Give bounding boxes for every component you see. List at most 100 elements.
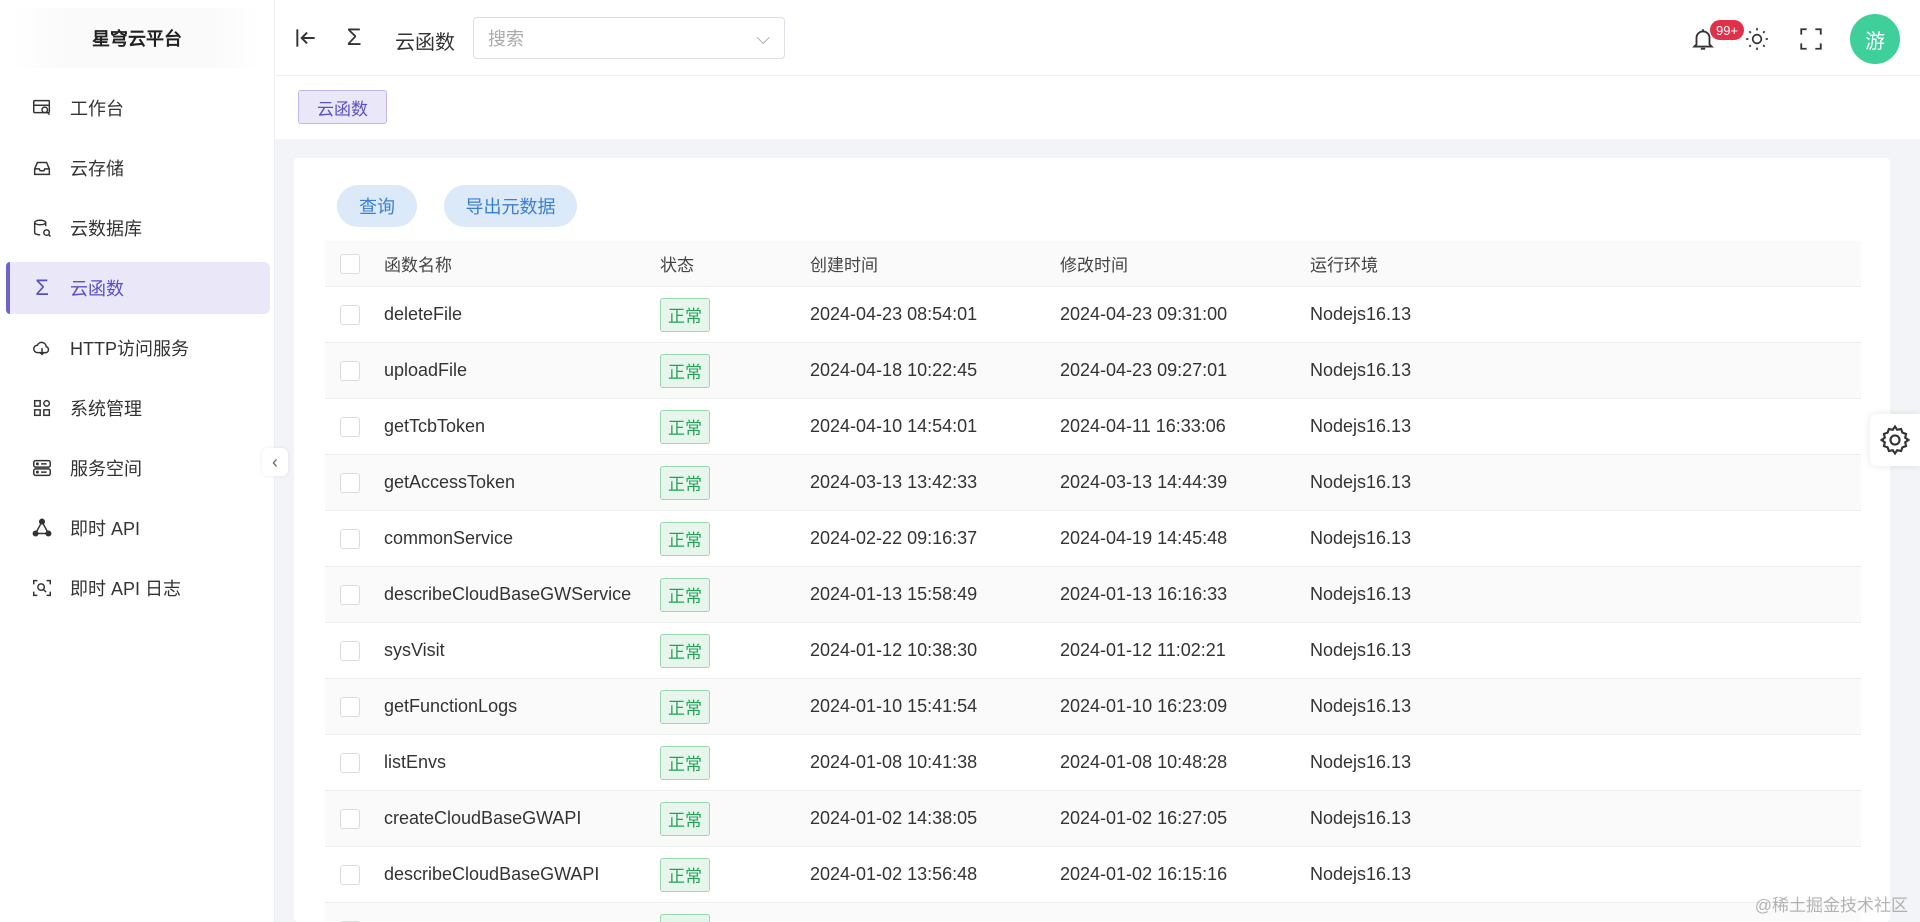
workbench-icon bbox=[30, 96, 54, 120]
chevron-left-icon: ‹ bbox=[272, 451, 278, 472]
status-badge: 正常 bbox=[660, 913, 710, 922]
collapse-menu-icon[interactable] bbox=[291, 23, 321, 53]
notification-badge: 99+ bbox=[1710, 20, 1745, 40]
sidebar-collapse-button[interactable]: ‹ bbox=[262, 448, 288, 476]
avatar[interactable]: 游 bbox=[1850, 14, 1900, 64]
row-checkbox[interactable] bbox=[340, 864, 360, 885]
table-row[interactable]: createCloudBaseGWAPI 正常 2024-01-02 14:38:0… bbox=[325, 791, 1861, 847]
modified-time: 2024-01-13 16:16:33 bbox=[1060, 584, 1228, 604]
row-checkbox[interactable] bbox=[340, 584, 360, 605]
status-badge: 正常 bbox=[660, 745, 710, 780]
row-checkbox[interactable] bbox=[340, 696, 360, 717]
column-header-created: 创建时间 bbox=[810, 256, 878, 275]
row-checkbox[interactable] bbox=[340, 472, 360, 493]
bell-icon[interactable]: 99+ bbox=[1688, 20, 1745, 54]
functions-table: 函数名称 状态 创建时间 修改时间 运行环境 deleteFile 正常 2024-… bbox=[325, 241, 1861, 922]
created-time: 2024-01-02 14:38:05 bbox=[810, 808, 978, 828]
sidebar-item-instant-api[interactable]: 即时 API bbox=[6, 502, 270, 554]
top-header: Σ 云函数 搜索 ⌵ 99+ 游 bbox=[275, 0, 1920, 76]
header-actions: 99+ 游 bbox=[1688, 14, 1900, 64]
search-placeholder: 搜索 bbox=[488, 29, 524, 49]
sidebar-item-cloud-function[interactable]: Σ 云函数 bbox=[6, 262, 270, 314]
status-badge: 正常 bbox=[660, 353, 710, 388]
sidebar-item-system-management[interactable]: 系统管理 bbox=[6, 382, 270, 434]
sigma-icon: Σ bbox=[346, 24, 362, 51]
table-row[interactable]: describeCloudBaseGWAPI 正常 2024-01-02 13:56… bbox=[325, 847, 1861, 903]
search-select[interactable]: 搜索 ⌵ bbox=[473, 17, 785, 59]
sidebar-item-database[interactable]: 云数据库 bbox=[6, 202, 270, 254]
tab-cloud-function[interactable]: 云函数 bbox=[298, 90, 387, 124]
created-time: 2024-03-13 13:42:33 bbox=[810, 472, 978, 492]
table-row[interactable]: sysVisit 正常 2024-01-12 10:38:30 2024-01-12 … bbox=[325, 623, 1861, 679]
runtime-env: Nodejs16.13 bbox=[1310, 864, 1412, 884]
sidebar-item-label: 云存储 bbox=[70, 159, 124, 179]
fullscreen-icon[interactable] bbox=[1796, 24, 1826, 54]
table-row[interactable]: getAccessToken 正常 2024-03-13 13:42:33 2024-… bbox=[325, 455, 1861, 511]
table-header-row: 函数名称 状态 创建时间 修改时间 运行环境 bbox=[325, 241, 1861, 287]
sidebar-item-storage[interactable]: 云存储 bbox=[6, 142, 270, 194]
status-badge: 正常 bbox=[660, 689, 710, 724]
tabs-bar: 云函数 bbox=[275, 77, 1920, 139]
query-button[interactable]: 查询 bbox=[337, 185, 417, 227]
sidebar-item-http-service[interactable]: HTTP访问服务 bbox=[6, 322, 270, 374]
watermark: @稀土掘金技术社区 bbox=[1754, 896, 1908, 915]
runtime-env: Nodejs16.13 bbox=[1310, 696, 1412, 716]
row-checkbox[interactable] bbox=[340, 752, 360, 773]
status-badge: 正常 bbox=[660, 633, 710, 668]
sidebar-item-service-space[interactable]: 服务空间 bbox=[6, 442, 270, 494]
grid-icon bbox=[30, 396, 54, 420]
modified-time: 2024-01-10 16:23:09 bbox=[1060, 696, 1228, 716]
function-name: commonService bbox=[384, 528, 514, 548]
runtime-env: Nodejs16.13 bbox=[1310, 640, 1412, 660]
gear-icon bbox=[1879, 424, 1911, 456]
table-row[interactable]: commonService 正常 2024-02-22 09:16:37 2024-0… bbox=[325, 511, 1861, 567]
row-checkbox[interactable] bbox=[340, 640, 360, 661]
modified-time: 2024-04-23 09:27:01 bbox=[1060, 360, 1228, 380]
status-badge: 正常 bbox=[660, 521, 710, 556]
column-header-name: 函数名称 bbox=[384, 256, 452, 275]
sigma-icon: Σ bbox=[35, 275, 49, 300]
chevron-down-icon: ⌵ bbox=[756, 27, 770, 48]
row-checkbox[interactable] bbox=[340, 808, 360, 829]
scan-search-icon bbox=[30, 576, 54, 600]
runtime-env: Nodejs16.13 bbox=[1310, 808, 1412, 828]
sidebar-item-label: 云函数 bbox=[70, 279, 124, 299]
table-row[interactable]: uploadFile 正常 2024-04-18 10:22:45 2024-04-2… bbox=[325, 343, 1861, 399]
created-time: 2024-01-08 10:41:38 bbox=[810, 752, 978, 772]
server-icon bbox=[30, 456, 54, 480]
table-row[interactable]: deleteFile 正常 2024-04-23 08:54:01 2024-04-2… bbox=[325, 287, 1861, 343]
select-all-checkbox[interactable] bbox=[340, 253, 360, 274]
created-time: 2024-01-10 15:41:54 bbox=[810, 696, 978, 716]
runtime-env: Nodejs16.13 bbox=[1310, 416, 1412, 436]
status-badge: 正常 bbox=[660, 857, 710, 892]
table-row[interactable]: describeCloudBaseGWService 正常 2024-01-13 1… bbox=[325, 567, 1861, 623]
sidebar: 星穹云平台 工作台 云存储 云数据库 Σ 云函数 HTTP访问服务 系统管理 服… bbox=[0, 0, 275, 922]
row-checkbox[interactable] bbox=[340, 416, 360, 437]
settings-gear-button[interactable] bbox=[1870, 414, 1920, 466]
row-checkbox[interactable] bbox=[340, 304, 360, 325]
sidebar-item-instant-api-log[interactable]: 即时 API 日志 bbox=[6, 562, 270, 614]
modified-time: 2024-01-02 16:15:16 bbox=[1060, 864, 1228, 884]
sidebar-item-label: 即时 API 日志 bbox=[70, 579, 182, 599]
row-checkbox[interactable] bbox=[340, 360, 360, 381]
table-row[interactable]: getFunctionLogs 正常 2024-01-10 15:41:54 2024… bbox=[325, 679, 1861, 735]
modified-time: 2024-04-23 09:31:00 bbox=[1060, 304, 1228, 324]
app-title: 星穹云平台 bbox=[14, 8, 260, 68]
runtime-env: Nodejs16.13 bbox=[1310, 752, 1412, 772]
table-body: deleteFile 正常 2024-04-23 08:54:01 2024-04-2… bbox=[325, 287, 1861, 922]
breadcrumb: 云函数 bbox=[395, 32, 455, 54]
sun-icon[interactable] bbox=[1742, 24, 1772, 54]
modified-time: 2024-04-11 16:33:06 bbox=[1060, 416, 1226, 436]
table-row[interactable]: 正常 bbox=[325, 903, 1861, 922]
column-header-modified: 修改时间 bbox=[1060, 256, 1128, 275]
table-row[interactable]: listEnvs 正常 2024-01-08 10:41:38 2024-01-08 … bbox=[325, 735, 1861, 791]
sidebar-item-workbench[interactable]: 工作台 bbox=[6, 82, 270, 134]
row-checkbox[interactable] bbox=[340, 528, 360, 549]
export-metadata-button[interactable]: 导出元数据 bbox=[444, 185, 577, 227]
created-time: 2024-01-13 15:58:49 bbox=[810, 584, 978, 604]
function-name: getTcbToken bbox=[384, 416, 486, 436]
runtime-env: Nodejs16.13 bbox=[1310, 528, 1412, 548]
function-name: listEnvs bbox=[384, 752, 447, 772]
sidebar-item-label: 工作台 bbox=[70, 99, 124, 119]
table-row[interactable]: getTcbToken 正常 2024-04-10 14:54:01 2024-04-… bbox=[325, 399, 1861, 455]
